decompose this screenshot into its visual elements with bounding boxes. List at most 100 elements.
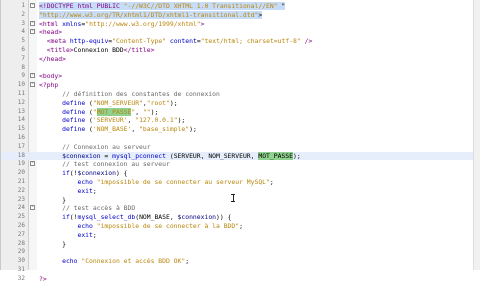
code-line[interactable]: 26 echo "impossible de se connecter à la… [1,222,480,231]
code-line[interactable]: 18 $connexion = mysql_pconnect (SERVEUR,… [1,151,480,161]
line-number: 25 [17,213,25,221]
code-line[interactable]: 16 [1,134,480,143]
code-line[interactable]: 13 define ("MOT_PASSE", ""); [1,107,480,117]
line-number: 23 [17,195,25,203]
code-text: echo "impossible de se connecter à la BD… [77,221,243,230]
code-line[interactable]: 27 exit; [1,231,480,240]
code-line[interactable]: 11 // définition des constantes de conne… [1,90,480,99]
code-line[interactable]: 32 ?> [1,275,480,284]
code-line[interactable]: 21 echo "impossible de se connecter au s… [1,178,480,187]
code-text: // test connexion au serveur [62,160,170,169]
code-text: echo "impossible de se connecter au serv… [77,177,274,186]
code-text: if(!mysql_select_db(NOM_BASE, $connexion… [62,213,232,222]
line-number: 27 [17,230,25,238]
code-text: <head> [39,28,63,37]
code-line[interactable]: 7 </head> [1,55,480,64]
line-number: 14 [17,116,25,124]
code-text: exit; [77,186,97,195]
line-number: 21 [17,177,25,185]
code-text: // définition des constantes de connexio… [62,89,220,98]
code-text: define ("NOM_SERVEUR","root"); [62,98,178,107]
code-line[interactable]: 10- <?php [1,81,480,90]
code-text: <!DOCTYPE html PUBLIC "-//W3C//DTD XHTML… [39,2,286,10]
code-text: define ('SERVEUR', "127.0.0.1"); [62,116,186,125]
code-line[interactable]: 22 exit; [1,187,480,196]
code-line[interactable]: 12 define ("NOM_SERVEUR","root"); [1,99,480,108]
line-number: 1 [21,2,25,9]
code-line[interactable]: 23 } [1,196,480,205]
code-line[interactable]: 3- <html xmlns="http://www.w3.org/1999/xh… [1,20,480,29]
line-number: 22 [17,186,25,194]
code-line[interactable]: 28 } [1,240,480,249]
code-line[interactable]: 4- <head> [1,28,480,37]
code-editor[interactable]: 1- <!DOCTYPE html PUBLIC "-//W3C//DTD XHT… [0,0,480,283]
code-text: ?> [39,274,47,283]
fold-toggle-icon[interactable]: - [30,205,35,211]
line-number: 18 [17,151,25,159]
code-text: // test accès à BDD [62,204,136,213]
line-number: 13 [17,107,25,115]
code-text: } [39,239,66,248]
code-text: <body> [39,72,63,81]
code-text: <html xmlns="http://www.w3.org/1999/xhtm… [39,19,205,28]
vertical-scrollbar[interactable] [473,0,480,270]
code-lines[interactable]: 1- <!DOCTYPE html PUBLIC "-//W3C//DTD XHT… [1,2,480,284]
line-number: 32 [17,274,25,282]
line-number: 12 [17,98,25,106]
code-text: if(!$connexion) { [62,169,128,178]
line-number: 16 [17,133,25,141]
code-line[interactable]: 6 <title>Connexion BDD</title> [1,46,480,55]
code-line[interactable]: 30 echo "Connexion et accès BDD OK"; [1,257,480,266]
line-number: 8 [21,63,25,71]
line-number: 28 [17,239,25,247]
line-number: 4 [21,28,25,36]
line-number: 26 [17,221,25,229]
line-number: 7 [21,54,25,62]
code-line[interactable]: 14 define ('SERVEUR', "127.0.0.1"); [1,116,480,125]
line-number: 20 [17,169,25,177]
fold-toggle-icon[interactable]: - [30,73,35,79]
code-line[interactable]: 24- // test accès à BDD [1,204,480,213]
code-line[interactable]: 19- // test connexion au serveur [1,160,480,169]
fold-toggle-icon[interactable]: - [30,29,35,35]
line-number: 6 [21,45,25,53]
line-number: 11 [17,89,25,97]
code-text: "http://www.w3.org/TR/xhtml1/DTD/xhtml1-… [39,10,263,19]
code-line[interactable]: 8 [1,64,480,73]
line-number: 17 [17,142,25,150]
fold-toggle-icon[interactable]: - [30,82,35,88]
code-line[interactable]: 15 define ('NOM_BASE', "base_simple"); [1,125,480,134]
line-number: 2 [21,10,25,18]
line-number: 5 [21,37,25,45]
fold-toggle-icon[interactable]: - [30,3,35,8]
line-number: 31 [17,265,25,273]
code-line[interactable]: 25 if(!mysql_select_db(NOM_BASE, $connex… [1,213,480,222]
fold-toggle-icon[interactable]: - [30,20,35,26]
code-line[interactable]: 5 <meta http-equiv="Content-Type" conten… [1,37,480,46]
code-text: } [39,195,66,204]
code-line[interactable]: 31 [1,266,480,275]
code-line[interactable]: 17 // Connexion au serveur [1,143,480,152]
line-number: 3 [21,19,25,27]
code-line[interactable]: 1- <!DOCTYPE html PUBLIC "-//W3C//DTD XHT… [1,2,480,11]
code-text: exit; [77,230,97,239]
code-text: define ("MOT_PASSE", ""); [62,107,159,116]
line-number: 19 [17,160,25,168]
line-number: 10 [17,81,25,89]
fold-toggle-icon[interactable]: - [30,161,35,167]
code-text: echo "Connexion et accès BDD OK"; [62,257,190,266]
code-line[interactable]: 9- <body> [1,72,480,81]
code-line[interactable]: 2 "http://www.w3.org/TR/xhtml1/DTD/xhtml1… [1,10,480,20]
code-line[interactable]: 20 if(!$connexion) { [1,169,480,178]
code-text: </head> [39,54,66,63]
code-text: $connexion = mysql_pconnect (SERVEUR, NO… [62,151,301,160]
code-text: <?php [39,81,59,90]
ibeam-cursor-icon [231,194,235,202]
line-number: 29 [17,248,25,256]
line-number: 30 [17,257,25,265]
line-number: 15 [17,125,25,133]
line-number: 24 [17,204,25,212]
code-text: define ('NOM_BASE', "base_simple"); [62,125,197,134]
code-line[interactable]: 29 [1,248,480,257]
code-text: // Connexion au serveur [62,142,151,151]
